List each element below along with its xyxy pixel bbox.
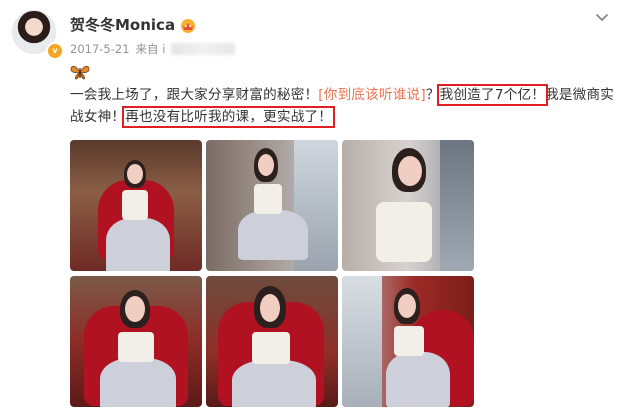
crown-icon bbox=[181, 18, 196, 33]
photo-thumbnail[interactable] bbox=[70, 140, 202, 271]
photo-thumbnail[interactable] bbox=[206, 276, 338, 407]
butterfly-emoji-icon bbox=[70, 65, 90, 80]
post-author[interactable]: 贺冬冬Monica bbox=[70, 14, 197, 35]
source-label: 来自 i bbox=[135, 42, 166, 56]
topic-link[interactable]: [你到底该听谁说] bbox=[318, 87, 426, 103]
weibo-post-card: v 贺冬冬Monica 2017-5-21 来自 i 一会我上场了，跟大家分享财… bbox=[0, 0, 631, 413]
post-date[interactable]: 2017-5-21 bbox=[70, 42, 130, 56]
photo-grid bbox=[70, 140, 474, 407]
post-meta: 2017-5-21 来自 i bbox=[70, 41, 236, 57]
photo-thumbnail[interactable] bbox=[70, 276, 202, 407]
photo-thumbnail[interactable] bbox=[206, 140, 338, 271]
username[interactable]: 贺冬冬Monica bbox=[70, 14, 175, 35]
photo-thumbnail[interactable] bbox=[342, 140, 474, 271]
text-segment: 一会我上场了，跟大家分享财富的秘密！ bbox=[70, 87, 319, 103]
post-text: 一会我上场了，跟大家分享财富的秘密！[你到底该听谁说]？我创造了7个亿！我是微商… bbox=[70, 84, 615, 128]
text-segment: ？ bbox=[425, 87, 440, 103]
photo-thumbnail[interactable] bbox=[342, 276, 474, 407]
chevron-down-icon[interactable] bbox=[595, 10, 609, 24]
verified-badge-icon: v bbox=[46, 42, 64, 60]
highlighted-claim-1: 我创造了7个亿！ bbox=[436, 84, 549, 106]
source-redacted bbox=[171, 43, 236, 55]
highlighted-claim-2: 再也没有比听我的课，更实战了！ bbox=[122, 106, 336, 128]
